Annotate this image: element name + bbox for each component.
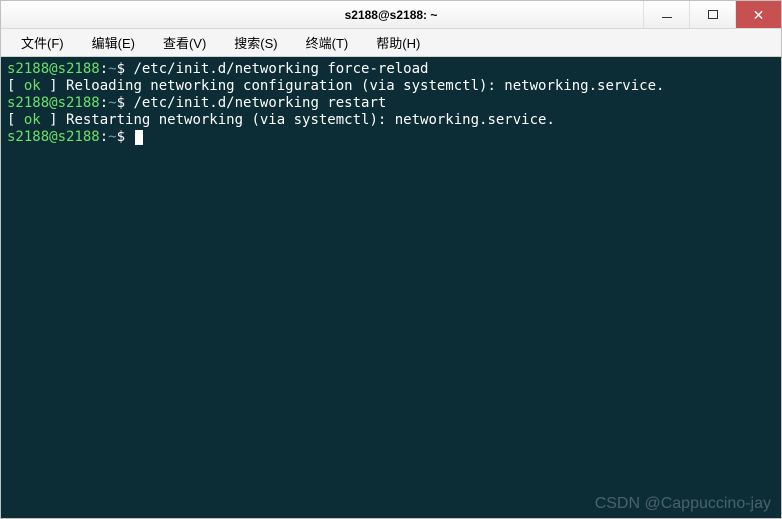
terminal-line: s2188@s2188:~$ /etc/init.d/networking fo… <box>7 61 775 78</box>
ok-text: ok <box>24 112 41 128</box>
watermark: CSDN @Cappuccino-jay <box>595 495 771 512</box>
prompt-user: s2188@s2188 <box>7 95 100 111</box>
prompt-user: s2188@s2188 <box>7 129 100 145</box>
bracket-close: ] <box>41 78 66 94</box>
close-icon: ✕ <box>753 8 765 22</box>
minimize-icon <box>662 17 672 18</box>
prompt-colon: : <box>100 95 108 111</box>
menu-terminal[interactable]: 终端(T) <box>292 33 363 52</box>
message-text: Reloading networking configuration (via … <box>66 78 664 94</box>
menu-file[interactable]: 文件(F) <box>7 33 78 52</box>
command-text: /etc/init.d/networking force-reload <box>133 61 428 77</box>
terminal-line: [ ok ] Reloading networking configuratio… <box>7 78 775 95</box>
message-text: Restarting networking (via systemctl): n… <box>66 112 555 128</box>
window-controls: ✕ <box>643 1 781 28</box>
terminal-area[interactable]: s2188@s2188:~$ /etc/init.d/networking fo… <box>1 57 781 518</box>
bracket-open: [ <box>7 78 24 94</box>
terminal-line: s2188@s2188:~$ /etc/init.d/networking re… <box>7 95 775 112</box>
prompt-dollar: $ <box>117 61 134 77</box>
command-text: /etc/init.d/networking restart <box>133 95 386 111</box>
prompt-tilde: ~ <box>108 129 116 145</box>
titlebar: s2188@s2188: ~ ✕ <box>1 1 781 29</box>
menu-help[interactable]: 帮助(H) <box>362 33 434 52</box>
cursor-icon <box>135 130 143 145</box>
bracket-close: ] <box>41 112 66 128</box>
prompt-colon: : <box>100 129 108 145</box>
prompt-user: s2188@s2188 <box>7 61 100 77</box>
prompt-dollar: $ <box>117 95 134 111</box>
terminal-line: [ ok ] Restarting networking (via system… <box>7 112 775 129</box>
prompt-colon: : <box>100 61 108 77</box>
prompt-tilde: ~ <box>108 61 116 77</box>
minimize-button[interactable] <box>643 1 689 28</box>
bracket-open: [ <box>7 112 24 128</box>
menu-edit[interactable]: 编辑(E) <box>78 33 149 52</box>
terminal-line: s2188@s2188:~$ <box>7 129 775 146</box>
close-button[interactable]: ✕ <box>735 1 781 28</box>
prompt-dollar: $ <box>117 129 134 145</box>
maximize-icon <box>708 10 718 19</box>
menu-search[interactable]: 搜索(S) <box>220 33 291 52</box>
menu-view[interactable]: 查看(V) <box>149 33 220 52</box>
maximize-button[interactable] <box>689 1 735 28</box>
ok-text: ok <box>24 78 41 94</box>
prompt-tilde: ~ <box>108 95 116 111</box>
menubar: 文件(F) 编辑(E) 查看(V) 搜索(S) 终端(T) 帮助(H) <box>1 29 781 57</box>
